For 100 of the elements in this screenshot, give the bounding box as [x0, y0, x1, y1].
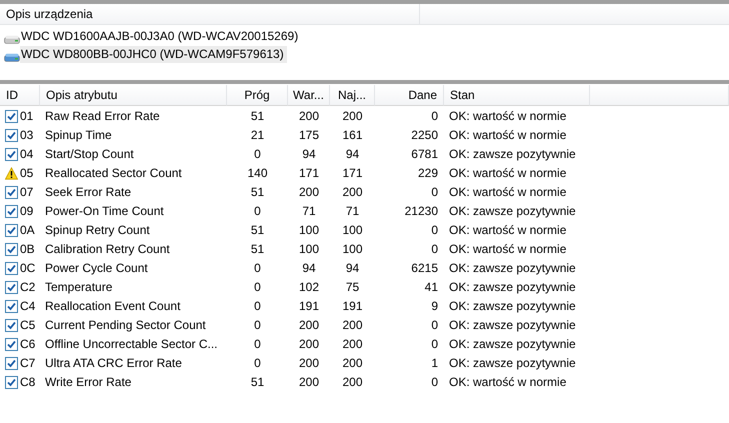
table-cell: 100: [342, 242, 363, 256]
table-cell: Write Error Rate: [45, 375, 132, 389]
table-cell: 21: [250, 128, 264, 142]
table-cell: OK: wartość w normie: [449, 109, 566, 123]
table-cell: 200: [342, 185, 363, 199]
table-cell: 161: [342, 128, 363, 142]
checkbox[interactable]: [5, 129, 18, 142]
table-cell: Current Pending Sector Count: [45, 318, 206, 332]
column-header[interactable]: Stan: [444, 85, 590, 106]
table-cell: 100: [298, 223, 320, 237]
table-cell: 0: [254, 280, 261, 294]
table-cell: 0: [431, 242, 438, 256]
checkbox[interactable]: [5, 319, 18, 332]
table-cell: 200: [298, 375, 320, 389]
table-cell-text: C4: [20, 298, 36, 315]
table-cell: 51: [250, 223, 264, 237]
table-cell: 200: [298, 109, 320, 123]
table-cell: Spinup Time: [45, 128, 112, 142]
table-cell: Reallocated Sector Count: [45, 166, 182, 180]
table-cell: 140: [247, 166, 268, 180]
checkbox[interactable]: [5, 300, 18, 313]
table-cell: OK: wartość w normie: [449, 185, 566, 199]
table-cell: 0: [254, 261, 261, 275]
checkbox[interactable]: [5, 262, 18, 275]
table-cell: 229: [418, 166, 438, 180]
checkbox[interactable]: [5, 338, 18, 351]
table-cell: OK: wartość w normie: [449, 166, 566, 180]
column-header[interactable]: Próg: [227, 85, 288, 106]
table-cell: 51: [250, 242, 264, 256]
table-cell: Power-On Time Count: [45, 204, 164, 218]
table-cell: OK: zawsze pozytywnie: [449, 299, 576, 313]
table-cell: 200: [342, 337, 363, 351]
table-cell: OK: zawsze pozytywnie: [449, 147, 576, 161]
table-cell: 200: [342, 318, 363, 332]
table-cell-text: C6: [20, 336, 36, 353]
table-cell-text: C2: [20, 279, 36, 296]
checkbox[interactable]: [5, 224, 18, 237]
table-cell: Calibration Retry Count: [45, 242, 170, 256]
checkbox[interactable]: [5, 376, 18, 389]
table-cell-text: C5: [20, 317, 36, 334]
table-cell: 191: [342, 299, 363, 313]
table-cell: OK: zawsze pozytywnie: [449, 356, 576, 370]
table-cell-text: 09: [20, 203, 34, 220]
table-cell: 0: [431, 109, 438, 123]
table-cell: 0: [431, 337, 438, 351]
table-cell: 200: [342, 109, 363, 123]
table-cell: 200: [298, 185, 320, 199]
table-cell: 200: [298, 337, 320, 351]
table-cell: 102: [298, 280, 320, 294]
table-cell: 0: [254, 318, 261, 332]
table-cell: Spinup Retry Count: [45, 223, 150, 237]
checkbox[interactable]: [5, 148, 18, 161]
checkbox[interactable]: [5, 205, 18, 218]
drive-item[interactable]: WDC WD1600AAJB-00J3A0 (WD-WCAV20015269): [20, 28, 302, 45]
table-cell: Reallocation Event Count: [45, 299, 180, 313]
table-cell: 200: [342, 356, 363, 370]
table-cell: 200: [342, 375, 363, 389]
table-cell: OK: wartość w normie: [449, 242, 566, 256]
checkbox[interactable]: [5, 186, 18, 199]
table-cell: 0: [254, 299, 261, 313]
table-cell: OK: zawsze pozytywnie: [449, 204, 576, 218]
table-cell: OK: zawsze pozytywnie: [449, 261, 576, 275]
table-cell: 71: [346, 204, 360, 218]
table-cell: OK: zawsze pozytywnie: [449, 280, 576, 294]
table-cell-text: C8: [20, 374, 36, 391]
checkbox[interactable]: [5, 357, 18, 370]
table-cell: 71: [302, 204, 316, 218]
table-cell: 0: [431, 185, 438, 199]
table-cell: 200: [298, 356, 320, 370]
table-cell-text: C7: [20, 355, 36, 372]
table-cell: 41: [424, 280, 438, 294]
table-cell: Start/Stop Count: [45, 147, 134, 161]
checkbox[interactable]: [5, 243, 18, 256]
column-header[interactable]: Dane: [375, 85, 444, 106]
table-cell: Ultra ATA CRC Error Rate: [45, 356, 182, 370]
checkbox[interactable]: [5, 281, 18, 294]
table-cell: 94: [302, 261, 316, 275]
column-header[interactable]: Naj...: [330, 85, 375, 106]
table-cell: 51: [250, 375, 264, 389]
table-cell: 21230: [404, 204, 438, 218]
table-cell: 0: [254, 147, 261, 161]
table-cell: OK: wartość w normie: [449, 375, 566, 389]
table-cell: 94: [346, 147, 360, 161]
column-header[interactable]: ID: [0, 85, 40, 106]
table-cell: 51: [250, 109, 264, 123]
table-cell-text: 0A: [20, 222, 35, 239]
table-cell: 9: [431, 299, 438, 313]
column-header[interactable]: War...: [288, 85, 330, 106]
table-cell: Offline Uncorrectable Sector C...: [45, 337, 218, 351]
table-cell: OK: zawsze pozytywnie: [449, 318, 576, 332]
table-cell: 94: [302, 147, 316, 161]
drive-item[interactable]: WDC WD800BB-00JHC0 (WD-WCAM9F579613): [20, 46, 287, 63]
table-cell: 0: [431, 375, 438, 389]
column-header[interactable]: Opis atrybutu: [40, 85, 227, 106]
table-cell: 2250: [411, 128, 438, 142]
table-cell-text: 01: [20, 108, 34, 125]
table-cell: 0: [431, 318, 438, 332]
table-cell: 0: [254, 204, 261, 218]
checkbox[interactable]: [5, 110, 18, 123]
table-cell: 6215: [411, 261, 438, 275]
